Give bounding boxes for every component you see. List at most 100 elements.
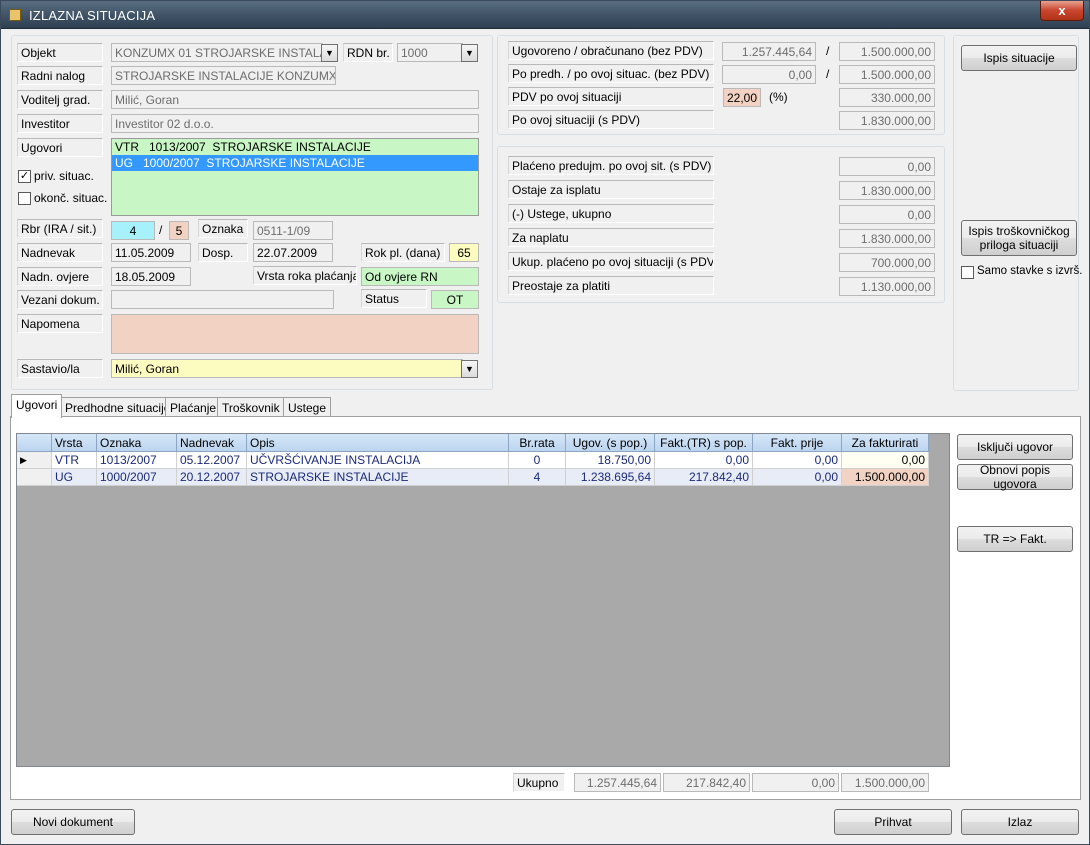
grid-header-cell[interactable]: Oznaka: [97, 434, 177, 452]
grid-cell[interactable]: UČVRŠĆIVANJE INSTALACIJA: [247, 452, 509, 469]
tab-troskovnik[interactable]: Troškovnik: [217, 397, 285, 417]
summary1-value-a[interactable]: 22,00: [723, 88, 761, 107]
grid-cell[interactable]: 4: [509, 469, 566, 486]
grid-cell[interactable]: 1000/2007: [97, 469, 177, 486]
summary1-label: Po predh. / po ovoj situac. (bez PDV): [508, 64, 714, 83]
vezani-dokum-field[interactable]: [111, 290, 334, 309]
main-window: IZLAZNA SITUACIJA x Objekt KONZUMX 01 ST…: [0, 0, 1090, 845]
samo-stavke-checkbox[interactable]: [961, 266, 974, 279]
contracts-grid[interactable]: Vrsta Oznaka Nadnevak Opis Br.rata Ugov. (s p…: [16, 433, 950, 767]
obnovi-popis-button[interactable]: Obnovi popis ugovora: [957, 463, 1073, 491]
grid-cell[interactable]: 0,00: [753, 469, 842, 486]
nadn-ovjere-field[interactable]: 18.05.2009: [111, 267, 191, 286]
ugovori-list-item-selected[interactable]: UG 1000/2007 STROJARSKE INSTALACIJE: [112, 155, 478, 171]
sastavio-label: Sastavio/la: [17, 359, 103, 378]
nadnevak-field[interactable]: 11.05.2009: [111, 243, 191, 262]
ispis-troskovnika-button[interactable]: Ispis troškovničkog priloga situaciji: [961, 220, 1077, 256]
rdn-dropdown-icon[interactable]: ▼: [461, 44, 478, 62]
iskljuci-ugovor-button[interactable]: Isključi ugovor: [957, 434, 1073, 460]
summary2-value: 700.000,00: [839, 253, 935, 272]
rok-pl-field[interactable]: 65: [449, 243, 479, 262]
grid-row-header[interactable]: [17, 469, 52, 486]
dosp-field[interactable]: 22.07.2009: [253, 243, 333, 262]
grid-header-cell[interactable]: Nadnevak: [177, 434, 247, 452]
grid-cell[interactable]: 0: [509, 452, 566, 469]
grid-cell[interactable]: VTR: [52, 452, 97, 469]
napomena-field[interactable]: [111, 314, 479, 354]
objekt-select[interactable]: KONZUMX 01 STROJARSKE INSTALACIJE: [111, 43, 323, 62]
status-field[interactable]: OT: [431, 290, 479, 309]
rdn-select[interactable]: 1000: [397, 43, 463, 62]
close-button[interactable]: x: [1040, 1, 1084, 21]
grid-cell[interactable]: STROJARSKE INSTALACIJE: [247, 469, 509, 486]
grid-header-cell[interactable]: Ugov. (s pop.): [566, 434, 655, 452]
summary2-value: 0,00: [839, 205, 935, 224]
grid-cell[interactable]: 217.842,40: [655, 469, 753, 486]
grid-cell[interactable]: 1013/2007: [97, 452, 177, 469]
grid-row-header[interactable]: ▶: [17, 452, 52, 469]
tab-placanje[interactable]: Plaćanje: [165, 397, 222, 417]
rdn-label: RDN br.: [343, 43, 393, 62]
grid-cell[interactable]: 0,00: [753, 452, 842, 469]
summary2-label: (-) Ustege, ukupno: [508, 204, 714, 223]
grid-header-cell[interactable]: Vrsta: [52, 434, 97, 452]
rbr-ira-field[interactable]: 4: [111, 221, 155, 240]
summary2-value: 1.830.000,00: [839, 181, 935, 200]
vezani-dokum-label: Vezani dokum.: [17, 290, 103, 309]
ukupno-label: Ukupno: [513, 773, 565, 792]
summary2-value: 1.830.000,00: [839, 229, 935, 248]
sastavio-dropdown-icon[interactable]: ▼: [461, 360, 478, 378]
objekt-label: Objekt: [17, 43, 103, 62]
grid-cell[interactable]: 05.12.2007: [177, 452, 247, 469]
grid-header-cell[interactable]: Za fakturirati: [842, 434, 929, 452]
sastavio-select[interactable]: Milić, Goran: [111, 359, 463, 378]
grid-header-cell[interactable]: Opis: [247, 434, 509, 452]
prihvat-button[interactable]: Prihvat: [834, 809, 952, 835]
rbr-label: Rbr (IRA / sit.): [17, 219, 103, 238]
total-ugov: 1.257.445,64: [574, 773, 661, 792]
tab-ugovori[interactable]: Ugovori: [11, 394, 63, 418]
grid-cell[interactable]: 1.500.000,00: [842, 469, 929, 486]
objekt-dropdown-icon[interactable]: ▼: [321, 44, 338, 62]
grid-cell[interactable]: UG: [52, 469, 97, 486]
rbr-sit-field[interactable]: 5: [169, 221, 189, 240]
grid-cell[interactable]: 18.750,00: [566, 452, 655, 469]
client-area: Objekt KONZUMX 01 STROJARSKE INSTALACIJE…: [7, 31, 1083, 839]
oznaka-field[interactable]: 0511-1/09: [253, 221, 333, 240]
voditelj-field[interactable]: Milić, Goran: [111, 90, 479, 109]
grid-cell[interactable]: 20.12.2007: [177, 469, 247, 486]
row-marker-icon: ▶: [20, 455, 27, 465]
grid-cell[interactable]: 0,00: [655, 452, 753, 469]
ispis-situacije-button[interactable]: Ispis situacije: [961, 45, 1077, 71]
ugovori-list[interactable]: VTR 1013/2007 STROJARSKE INSTALACIJE UG …: [111, 138, 479, 216]
summary2-value: 1.130.000,00: [839, 277, 935, 296]
summary1-value-a[interactable]: 0,00: [722, 65, 816, 84]
okonc-situac-checkbox[interactable]: [18, 192, 31, 205]
summary2-label: Plaćeno predujm. po ovoj sit. (s PDV): [508, 156, 714, 175]
tr-fakt-button[interactable]: TR => Fakt.: [957, 526, 1073, 552]
grid-header-cell[interactable]: Fakt.(TR) s pop.: [655, 434, 753, 452]
grid-cell[interactable]: 0,00: [842, 452, 929, 469]
nadn-ovjere-label: Nadn. ovjere: [17, 267, 103, 286]
total-fakt-prije: 0,00: [752, 773, 839, 792]
rok-pl-label: Rok pl. (dana): [361, 243, 445, 262]
tab-predhodne-situacije[interactable]: Predhodne situacije: [60, 397, 176, 417]
grid-header-cell[interactable]: Br.rata: [509, 434, 566, 452]
priv-situac-checkbox[interactable]: ✓: [18, 170, 31, 183]
tab-ustege[interactable]: Ustege: [283, 397, 332, 417]
rbr-separator: /: [159, 223, 163, 237]
radni-nalog-field[interactable]: STROJARSKE INSTALACIJE KONZUMX 01: [111, 66, 336, 85]
ugovori-label: Ugovori: [17, 138, 103, 157]
priv-situac-label: priv. situac.: [34, 169, 94, 183]
izlaz-button[interactable]: Izlaz: [961, 809, 1079, 835]
vrsta-roka-field[interactable]: Od ovjere RN: [361, 267, 479, 286]
novi-dokument-button[interactable]: Novi dokument: [11, 809, 135, 835]
window-title: IZLAZNA SITUACIJA: [29, 8, 156, 23]
summary1-value-a[interactable]: 1.257.445,64: [722, 42, 816, 61]
okonc-situac-label: okonč. situac.: [34, 191, 108, 205]
ugovori-list-item[interactable]: VTR 1013/2007 STROJARSKE INSTALACIJE: [112, 139, 478, 155]
grid-header-cell[interactable]: Fakt. prije: [753, 434, 842, 452]
summary2-label: Preostaje za platiti: [508, 276, 714, 295]
grid-cell[interactable]: 1.238.695,64: [566, 469, 655, 486]
investitor-field[interactable]: Investitor 02 d.o.o.: [111, 114, 479, 133]
